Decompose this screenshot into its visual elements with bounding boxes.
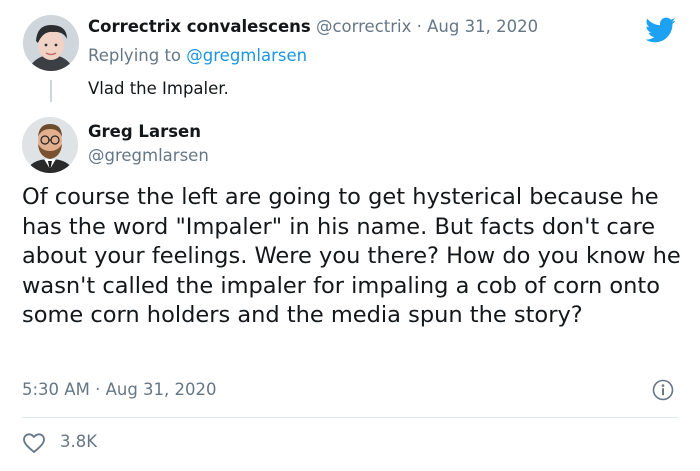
tweet-timestamp[interactable]: 5:30 AM · Aug 31, 2020 (22, 380, 217, 399)
main-avatar[interactable] (22, 117, 78, 173)
reply-handle[interactable]: @correctrix (316, 17, 411, 36)
main-display-name[interactable]: Greg Larsen (88, 122, 201, 141)
replying-to-line: Replying to @gregmlarsen (88, 46, 307, 65)
reply-header: Correctrix convalescens @correctrix · Au… (88, 17, 538, 36)
tweet-time: 5:30 AM (22, 380, 90, 399)
divider (22, 417, 678, 418)
replying-to-label: Replying to (88, 46, 182, 65)
reply-text: Vlad the Impaler. (88, 79, 229, 98)
main-handle[interactable]: @gregmlarsen (88, 146, 209, 165)
info-icon[interactable] (652, 379, 674, 401)
reply-separator: · (416, 17, 422, 36)
reply-display-name[interactable]: Correctrix convalescens (88, 17, 311, 36)
tweet-date: Aug 31, 2020 (105, 380, 217, 399)
replying-to-handle[interactable]: @gregmlarsen (186, 46, 307, 65)
reply-avatar-image (23, 15, 79, 71)
twitter-bird-icon[interactable] (641, 14, 679, 46)
reply-date[interactable]: Aug 31, 2020 (427, 17, 538, 36)
main-avatar-image (22, 117, 78, 173)
thread-line (50, 80, 52, 102)
heart-icon[interactable] (22, 432, 46, 454)
tweet-timestamp-separator: · (95, 380, 101, 399)
like-count[interactable]: 3.8K (60, 432, 97, 451)
main-tweet-text: Of course the left are going to get hyst… (22, 184, 681, 328)
reply-avatar[interactable] (23, 15, 79, 71)
